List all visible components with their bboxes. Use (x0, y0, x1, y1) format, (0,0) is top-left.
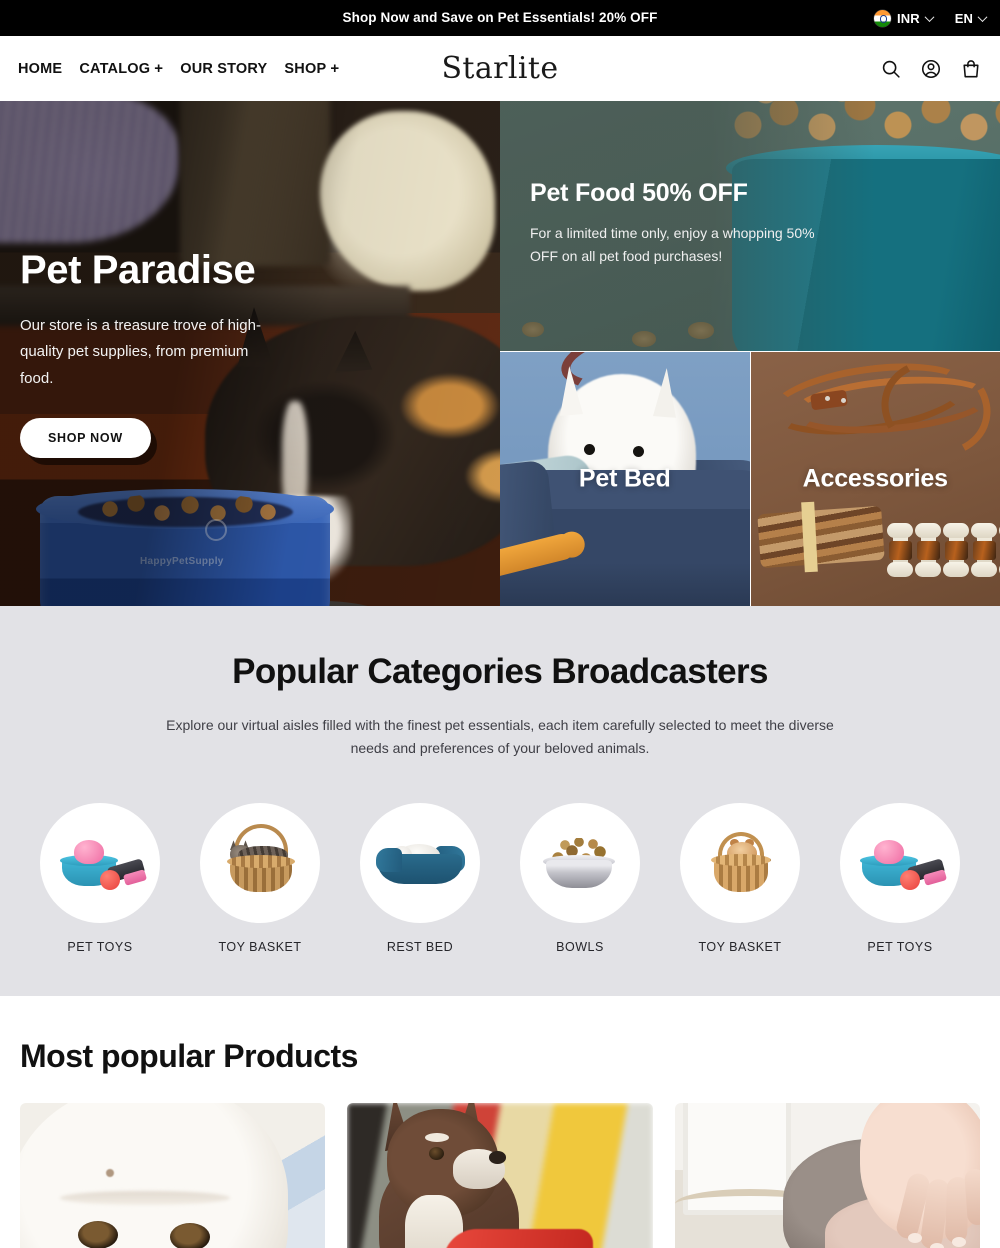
language-selector[interactable]: EN (954, 10, 988, 26)
category-item-rest-bed[interactable]: REST BED (360, 803, 480, 954)
currency-selector[interactable]: INR (874, 9, 935, 27)
announcement-bar: Shop Now and Save on Pet Essentials! 20%… (0, 0, 1000, 36)
tile-label-pet-bed: Pet Bed (578, 464, 671, 493)
tile-label-accessories: Accessories (802, 464, 948, 493)
category-label: TOY BASKET (698, 940, 782, 955)
category-thumb (840, 803, 960, 924)
expand-plus-icon: + (330, 60, 340, 77)
sphynx-cat-being-petted-photo (674, 1103, 980, 1248)
nav-label: OUR STORY (180, 60, 268, 77)
food-bowl-icon (534, 828, 626, 898)
pet-toys-icon (854, 828, 948, 898)
cart-icon[interactable] (960, 58, 982, 80)
nav-item-our-story[interactable]: OUR STORY (180, 61, 267, 77)
hero-tile-accessories[interactable]: Accessories (750, 352, 1000, 606)
nav-label: SHOP (284, 60, 327, 77)
category-thumb (40, 803, 160, 924)
nav-label: HOME (18, 60, 63, 77)
site-logo[interactable]: Starlite (441, 51, 558, 86)
most-popular-products-section: Most popular Products (0, 996, 1000, 1248)
hero-title: Pet Paradise (20, 248, 256, 292)
product-card[interactable] (674, 1103, 980, 1248)
category-item-toy-basket-2[interactable]: TOY BASKET (680, 803, 800, 954)
pet-toys-icon (54, 828, 148, 898)
promo-copy: Pet Food 50% OFF For a limited time only… (530, 179, 830, 267)
nav-item-shop[interactable]: SHOP + (284, 61, 339, 77)
chevron-down-icon (924, 11, 935, 22)
category-label: PET TOYS (867, 940, 933, 955)
language-label: EN (954, 10, 973, 26)
category-label: TOY BASKET (218, 940, 302, 955)
india-flag-icon (874, 9, 892, 27)
product-card[interactable] (20, 1103, 326, 1248)
chevron-down-icon (977, 11, 988, 22)
popular-categories-section: Popular Categories Broadcasters Explore … (0, 606, 1000, 997)
hero-main-banner[interactable]: HappyPetSupply Pet Paradise Our store is… (0, 101, 500, 606)
search-icon[interactable] (880, 58, 902, 80)
promo-banner-pet-food[interactable]: Pet Food 50% OFF For a limited time only… (500, 101, 1000, 351)
hero-description: Our store is a treasure trove of high-qu… (20, 317, 261, 387)
category-label: PET TOYS (67, 940, 133, 955)
site-header: HOME CATALOG + OUR STORY SHOP + Starlite (0, 36, 1000, 101)
category-label: BOWLS (556, 940, 604, 955)
hero-side-column: Pet Food 50% OFF For a limited time only… (500, 101, 1000, 606)
white-bulldog-photo (20, 1103, 326, 1248)
category-label: REST BED (386, 940, 454, 955)
nav-label: CATALOG (79, 60, 151, 77)
cat-in-basket-icon (214, 824, 306, 898)
announcement-text: Shop Now and Save on Pet Essentials! 20%… (342, 10, 658, 26)
dog-bed-icon (374, 828, 466, 898)
categories-title: Popular Categories Broadcasters (232, 652, 768, 691)
category-thumb (360, 803, 480, 924)
category-item-pet-toys-2[interactable]: PET TOYS (840, 803, 960, 954)
product-card[interactable] (347, 1103, 653, 1248)
hamster-in-basket-icon (694, 828, 786, 898)
hero-tiles: Pet Bed Accessories (500, 352, 1000, 606)
main-navigation: HOME CATALOG + OUR STORY SHOP + (18, 61, 339, 77)
promo-description: For a limited time only, enjoy a whoppin… (530, 225, 815, 264)
category-item-bowls[interactable]: BOWLS (520, 803, 640, 954)
category-thumb (680, 803, 800, 924)
products-title: Most popular Products (20, 1038, 358, 1075)
hero-tile-pet-bed[interactable]: Pet Bed (500, 352, 750, 606)
expand-plus-icon: + (154, 60, 164, 77)
promo-title: Pet Food 50% OFF (530, 179, 748, 207)
category-item-pet-toys[interactable]: PET TOYS (40, 803, 160, 954)
announcement-controls: INR EN (874, 0, 988, 36)
categories-row: PET TOYS TOY BASKET REST BED BOWLS TOY B… (0, 803, 1000, 954)
currency-label: INR (897, 10, 920, 26)
hero-copy: Pet Paradise Our store is a treasure tro… (20, 249, 320, 458)
shop-now-button[interactable]: SHOP NOW (20, 417, 151, 458)
hero-section: HappyPetSupply Pet Paradise Our store is… (0, 101, 1000, 606)
nav-item-home[interactable]: HOME (18, 61, 62, 77)
products-grid (20, 1103, 980, 1248)
category-thumb (200, 803, 320, 924)
categories-description: Explore our virtual aisles filled with t… (166, 717, 834, 756)
header-actions (880, 58, 982, 80)
category-item-toy-basket[interactable]: TOY BASKET (200, 803, 320, 954)
category-thumb (520, 803, 640, 924)
nav-item-catalog[interactable]: CATALOG + (79, 61, 163, 77)
account-icon[interactable] (920, 58, 942, 80)
